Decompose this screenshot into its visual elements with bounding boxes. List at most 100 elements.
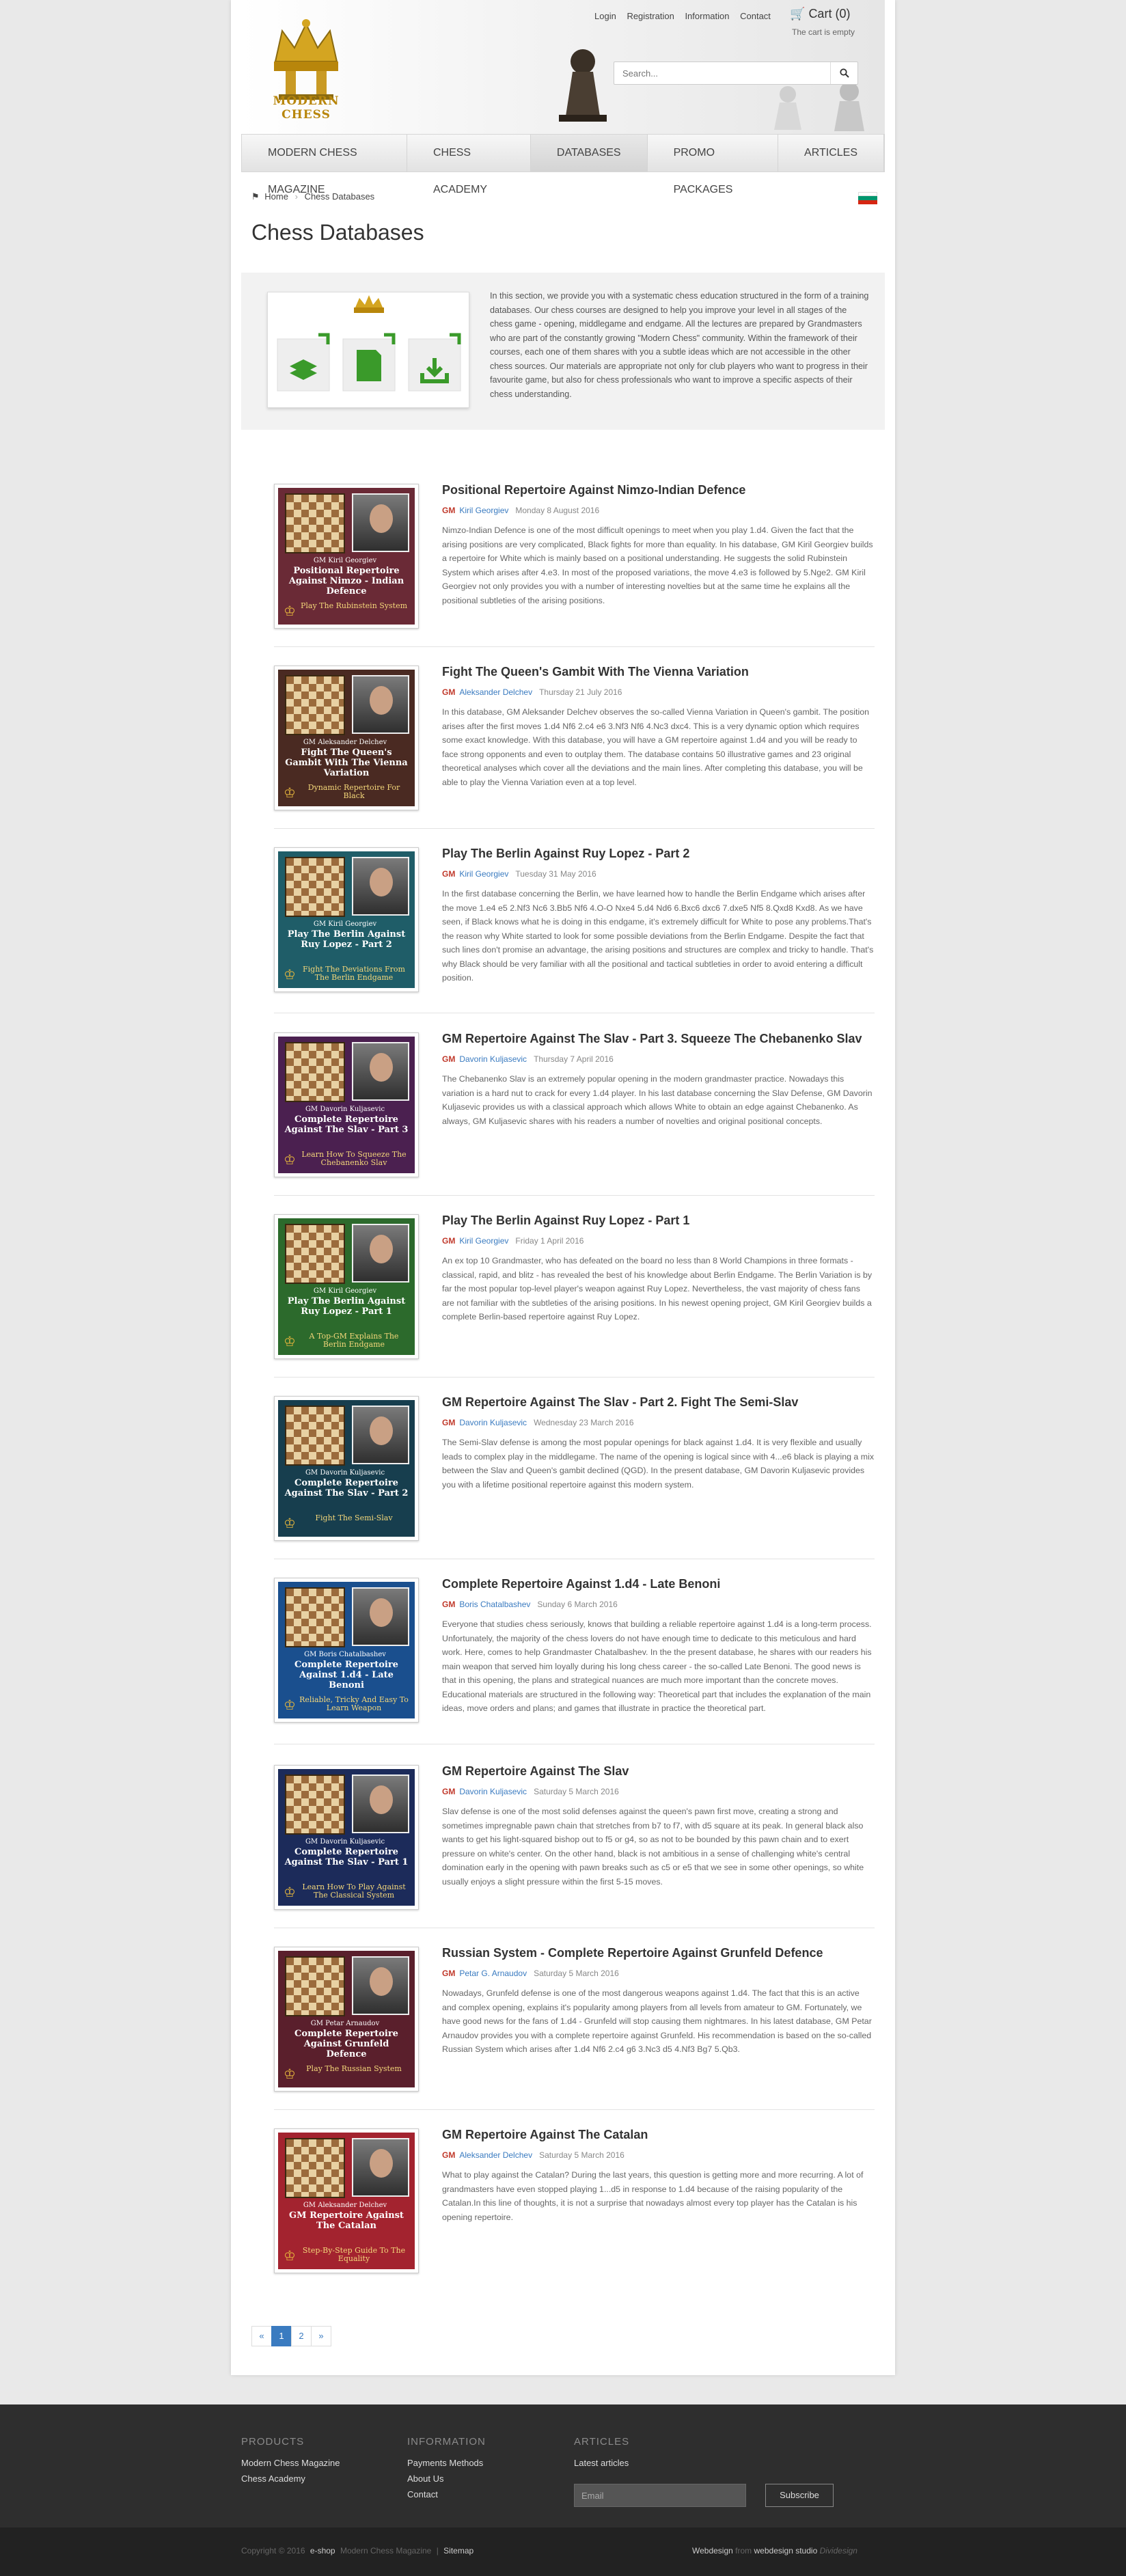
author-link[interactable]: Kiril Georgiev: [459, 869, 508, 879]
bulgarian-flag-icon[interactable]: [858, 192, 877, 204]
databases-illustration: [267, 292, 469, 408]
sitemap-link[interactable]: Sitemap: [443, 2546, 473, 2556]
database-cover[interactable]: GM Kiril Georgiev Play The Berlin Against…: [274, 847, 419, 992]
author-link[interactable]: Aleksander Delchev: [459, 2150, 532, 2160]
divider: [274, 2109, 875, 2110]
database-title[interactable]: Positional Repertoire Against Nimzo-Indi…: [442, 483, 745, 497]
author-photo: [352, 1775, 409, 1833]
database-title[interactable]: Russian System - Complete Repertoire Aga…: [442, 1946, 823, 1960]
dev-webdesign[interactable]: Webdesign: [692, 2546, 733, 2556]
pagination-prev[interactable]: «: [251, 2326, 272, 2346]
gm-badge: GM: [442, 1054, 456, 1064]
author-link[interactable]: Kiril Georgiev: [459, 506, 508, 515]
author-link[interactable]: Petar G. Arnaudov: [459, 1969, 527, 1978]
database-cover[interactable]: GM Boris Chatalbashev Complete Repertoire…: [274, 1578, 419, 1723]
database-title[interactable]: Fight The Queen's Gambit With The Vienna…: [442, 665, 749, 679]
cover-author: GM Kiril Georgiev: [313, 557, 377, 564]
breadcrumb-home[interactable]: Home: [264, 191, 288, 202]
footer-link-academy[interactable]: Chess Academy: [241, 2474, 340, 2484]
footer-articles-title: ARTICLES: [574, 2436, 630, 2448]
database-cover[interactable]: GM Aleksander Delchev GM Repertoire Again…: [274, 2128, 419, 2273]
database-title[interactable]: GM Repertoire Against The Catalan: [442, 2128, 648, 2142]
author-link[interactable]: Boris Chatalbashev: [459, 1600, 530, 1609]
pagination-page-1[interactable]: 1: [271, 2326, 292, 2346]
database-description: Everyone that studies chess seriously, k…: [442, 1619, 872, 1713]
footer-link-payments[interactable]: Payments Methods: [407, 2458, 486, 2468]
database-title[interactable]: Play The Berlin Against Ruy Lopez - Part…: [442, 847, 689, 861]
cover-author: GM Boris Chatalbashev: [304, 1651, 386, 1658]
author-photo: [352, 857, 409, 916]
publish-date: Tuesday 31 May 2016: [515, 869, 596, 879]
author-link[interactable]: Kiril Georgiev: [459, 1236, 508, 1246]
nav-item-promo[interactable]: PROMO PACKAGES: [648, 135, 779, 195]
database-title[interactable]: GM Repertoire Against The Slav - Part 2.…: [442, 1395, 798, 1410]
database-cover[interactable]: GM Kiril Georgiev Positional Repertoire A…: [274, 484, 419, 629]
cover-art: GM Davorin Kuljasevic Complete Repertoire…: [278, 1400, 415, 1537]
cover-title: Positional Repertoire Against Nimzo - In…: [288, 566, 404, 597]
dev-logo[interactable]: Dividesign: [820, 2546, 857, 2556]
database-meta: GM Kiril Georgiev Tuesday 31 May 2016: [442, 869, 596, 879]
search-button[interactable]: [830, 62, 857, 84]
gm-badge: GM: [442, 1236, 456, 1246]
database-cover[interactable]: GM Kiril Georgiev Play The Berlin Against…: [274, 1214, 419, 1359]
footer-link-contact[interactable]: Contact: [407, 2489, 486, 2499]
logo[interactable]: MODERN CHESS: [255, 14, 357, 122]
cover-art: GM Davorin Kuljasevic Complete Repertoire…: [278, 1769, 415, 1906]
footer-link-about[interactable]: About Us: [407, 2474, 486, 2484]
author-link[interactable]: Aleksander Delchev: [459, 687, 532, 697]
database-title[interactable]: GM Repertoire Against The Slav: [442, 1764, 629, 1779]
database-title[interactable]: Complete Repertoire Against 1.d4 - Late …: [442, 1577, 720, 1591]
header: MODERN CHESS Login Registration Informat…: [241, 0, 885, 134]
registration-link[interactable]: Registration: [627, 11, 674, 21]
search-icon: [839, 68, 849, 78]
footer-latest-articles[interactable]: Latest articles: [574, 2458, 629, 2468]
database-cover[interactable]: GM Davorin Kuljasevic Complete Repertoire…: [274, 1032, 419, 1177]
dev-studio[interactable]: webdesign studio: [754, 2546, 818, 2556]
nav-item-magazine[interactable]: MODERN CHESS MAGAZINE: [242, 135, 407, 195]
author-link[interactable]: Davorin Kuljasevic: [459, 1054, 527, 1064]
crown-icon: ♔: [284, 1153, 296, 1168]
databases-icons: [277, 295, 461, 392]
search-box: [614, 61, 858, 85]
cover-title: Complete Repertoire Against Grunfeld Def…: [294, 2029, 398, 2059]
footer-link-magazine[interactable]: Modern Chess Magazine: [241, 2458, 340, 2468]
cover-subtitle: Play The Russian System: [306, 2064, 402, 2073]
author-link[interactable]: Davorin Kuljasevic: [459, 1418, 527, 1427]
crown-logo-icon: [274, 19, 338, 100]
chessboard-image: [285, 493, 345, 553]
author-photo: [352, 1587, 409, 1646]
publish-date: Wednesday 23 March 2016: [534, 1418, 634, 1427]
pagination-page-2[interactable]: 2: [291, 2326, 312, 2346]
chessboard-image: [285, 675, 345, 735]
nav-item-academy[interactable]: CHESS ACADEMY: [407, 135, 531, 195]
cover-subtitle: Reliable, Tricky And Easy To Learn Weapo…: [299, 1695, 409, 1712]
information-link[interactable]: Information: [685, 11, 729, 21]
database-cover[interactable]: GM Davorin Kuljasevic Complete Repertoire…: [274, 1396, 419, 1541]
database-cover[interactable]: GM Davorin Kuljasevic Complete Repertoire…: [274, 1765, 419, 1910]
footer-products: PRODUCTS Modern Chess Magazine Chess Aca…: [241, 2436, 340, 2489]
subscribe-button[interactable]: Subscribe: [765, 2484, 834, 2507]
publish-date: Friday 1 April 2016: [515, 1236, 584, 1246]
crown-icon: ♔: [284, 1516, 296, 1531]
email-field[interactable]: Email: [574, 2484, 746, 2507]
copyright-sep: |: [436, 2546, 439, 2556]
cover-art: GM Aleksander Delchev GM Repertoire Again…: [278, 2133, 415, 2269]
database-cover[interactable]: GM Aleksander Delchev Fight The Queen's G…: [274, 666, 419, 810]
database-meta: GM Aleksander Delchev Thursday 21 July 201…: [442, 687, 622, 697]
pagination-next[interactable]: »: [311, 2326, 331, 2346]
database-meta: GM Kiril Georgiev Friday 1 April 2016: [442, 1236, 583, 1246]
database-cover[interactable]: GM Petar Arnaudov Complete Repertoire Aga…: [274, 1947, 419, 2092]
cart[interactable]: 🛒 Cart (0): [790, 7, 850, 21]
crown-icon: ♔: [284, 786, 296, 801]
login-link[interactable]: Login: [594, 11, 616, 21]
publish-date: Thursday 7 April 2016: [534, 1054, 614, 1064]
database-title[interactable]: Play The Berlin Against Ruy Lopez - Part…: [442, 1214, 689, 1228]
database-title[interactable]: GM Repertoire Against The Slav - Part 3.…: [442, 1032, 862, 1046]
crown-icon: ♔: [284, 1334, 296, 1349]
author-link[interactable]: Davorin Kuljasevic: [459, 1787, 527, 1796]
nav-item-databases[interactable]: DATABASES: [530, 135, 648, 172]
search-input[interactable]: [614, 62, 819, 84]
nav-item-articles[interactable]: ARTICLES: [778, 135, 884, 172]
contact-link[interactable]: Contact: [740, 11, 771, 21]
breadcrumb-current: Chess Databases: [304, 191, 375, 202]
